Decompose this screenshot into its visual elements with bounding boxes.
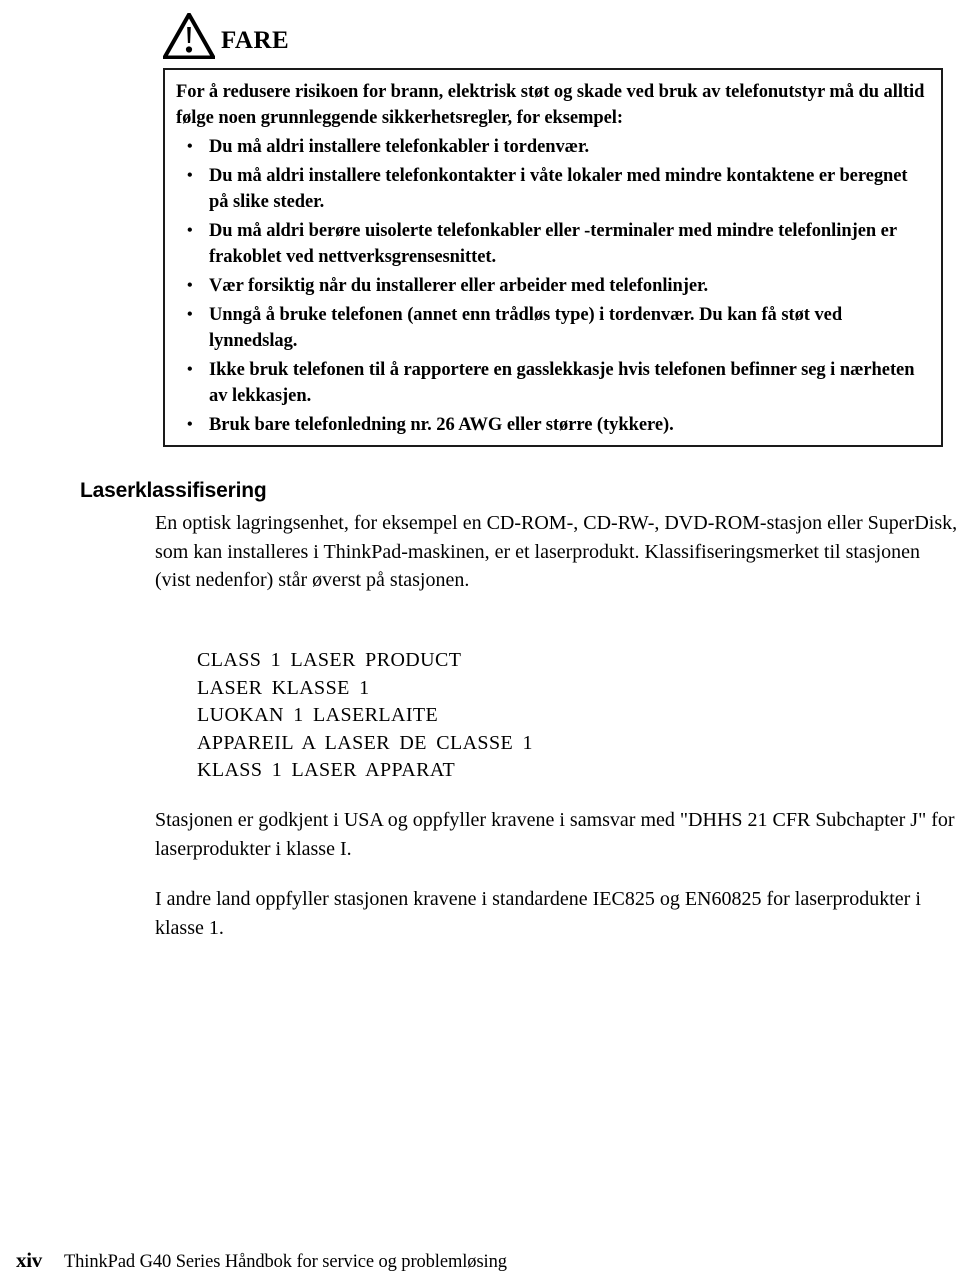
danger-header: FARE — [163, 12, 289, 60]
danger-warning-box: For å redusere risikoen for brann, elekt… — [163, 68, 943, 447]
list-item: • Vær forsiktig når du installerer eller … — [176, 273, 930, 299]
footer-document-title: ThinkPad G40 Series Håndbok for service … — [63, 1252, 507, 1272]
list-item: • Du må aldri installere telefonkabler i … — [176, 134, 930, 160]
danger-lead-text: For å redusere risikoen for brann, elekt… — [176, 82, 925, 128]
section-heading-laserklassifisering: Laserklassifisering — [80, 479, 267, 502]
bullet-icon: • — [187, 306, 193, 323]
dhhs-compliance-paragraph: Stasjonen er godkjent i USA og oppfyller… — [155, 809, 955, 860]
list-item-text: Vær forsiktig når du installerer eller a… — [209, 276, 709, 296]
bullet-icon: • — [187, 277, 193, 294]
page-number: xiv — [16, 1248, 42, 1272]
laser-label-line: LASER KLASSE 1 — [197, 676, 370, 699]
list-item: • Du må aldri berøre uisolerte telefonkab… — [176, 218, 930, 270]
laser-label-line: LUOKAN 1 LASERLAITE — [197, 704, 439, 726]
list-item: • Unngå å bruke telefonen (annet enn tråd… — [176, 302, 930, 354]
bullet-icon: • — [187, 361, 193, 378]
list-item-text: Bruk bare telefonledning nr. 26 AWG elle… — [209, 415, 674, 435]
list-item-text: Du må aldri installere telefonkontakter … — [209, 166, 908, 212]
bullet-icon: • — [187, 138, 193, 155]
laser-classification-label: CLASS 1 LASER PRODUCT LASER KLASSE 1 LUO… — [197, 647, 533, 785]
bullet-icon: • — [187, 222, 193, 239]
laser-label-line: KLASS 1 LASER APPARAT — [197, 759, 456, 781]
laser-label-line: CLASS 1 LASER PRODUCT — [197, 649, 462, 671]
list-item: • Bruk bare telefonledning nr. 26 AWG ell… — [176, 412, 930, 438]
other-countries-paragraph: I andre land oppfyller stasjonen kravene… — [155, 888, 921, 939]
list-item-text: Ikke bruk telefonen til å rapportere en … — [209, 360, 915, 406]
bullet-icon: • — [187, 167, 193, 184]
document-page: FARE For å redusere risikoen for brann, … — [0, 0, 960, 1286]
danger-warning-content: For å redusere risikoen for brann, elekt… — [165, 70, 941, 446]
warning-triangle-icon — [163, 13, 215, 59]
laser-intro-paragraph: En optisk lagringsenhet, for eksempel en… — [155, 512, 958, 591]
list-item-text: Du må aldri berøre uisolerte telefonkabl… — [209, 221, 897, 267]
list-item-text: Unngå å bruke telefonen (annet enn trådl… — [209, 305, 843, 351]
list-item: • Ikke bruk telefonen til å rapportere en… — [176, 357, 930, 409]
list-item-text: Du må aldri installere telefonkabler i t… — [209, 137, 590, 157]
page-footer: xiv ThinkPad G40 Series Håndbok for serv… — [16, 1248, 507, 1273]
danger-label: FARE — [221, 26, 290, 54]
laser-label-line: APPAREIL A LASER DE CLASSE 1 — [197, 731, 533, 754]
danger-bullet-list: • Du må aldri installere telefonkabler i … — [176, 134, 930, 438]
list-item: • Du må aldri installere telefonkontakter… — [176, 163, 930, 215]
bullet-icon: • — [187, 416, 193, 433]
